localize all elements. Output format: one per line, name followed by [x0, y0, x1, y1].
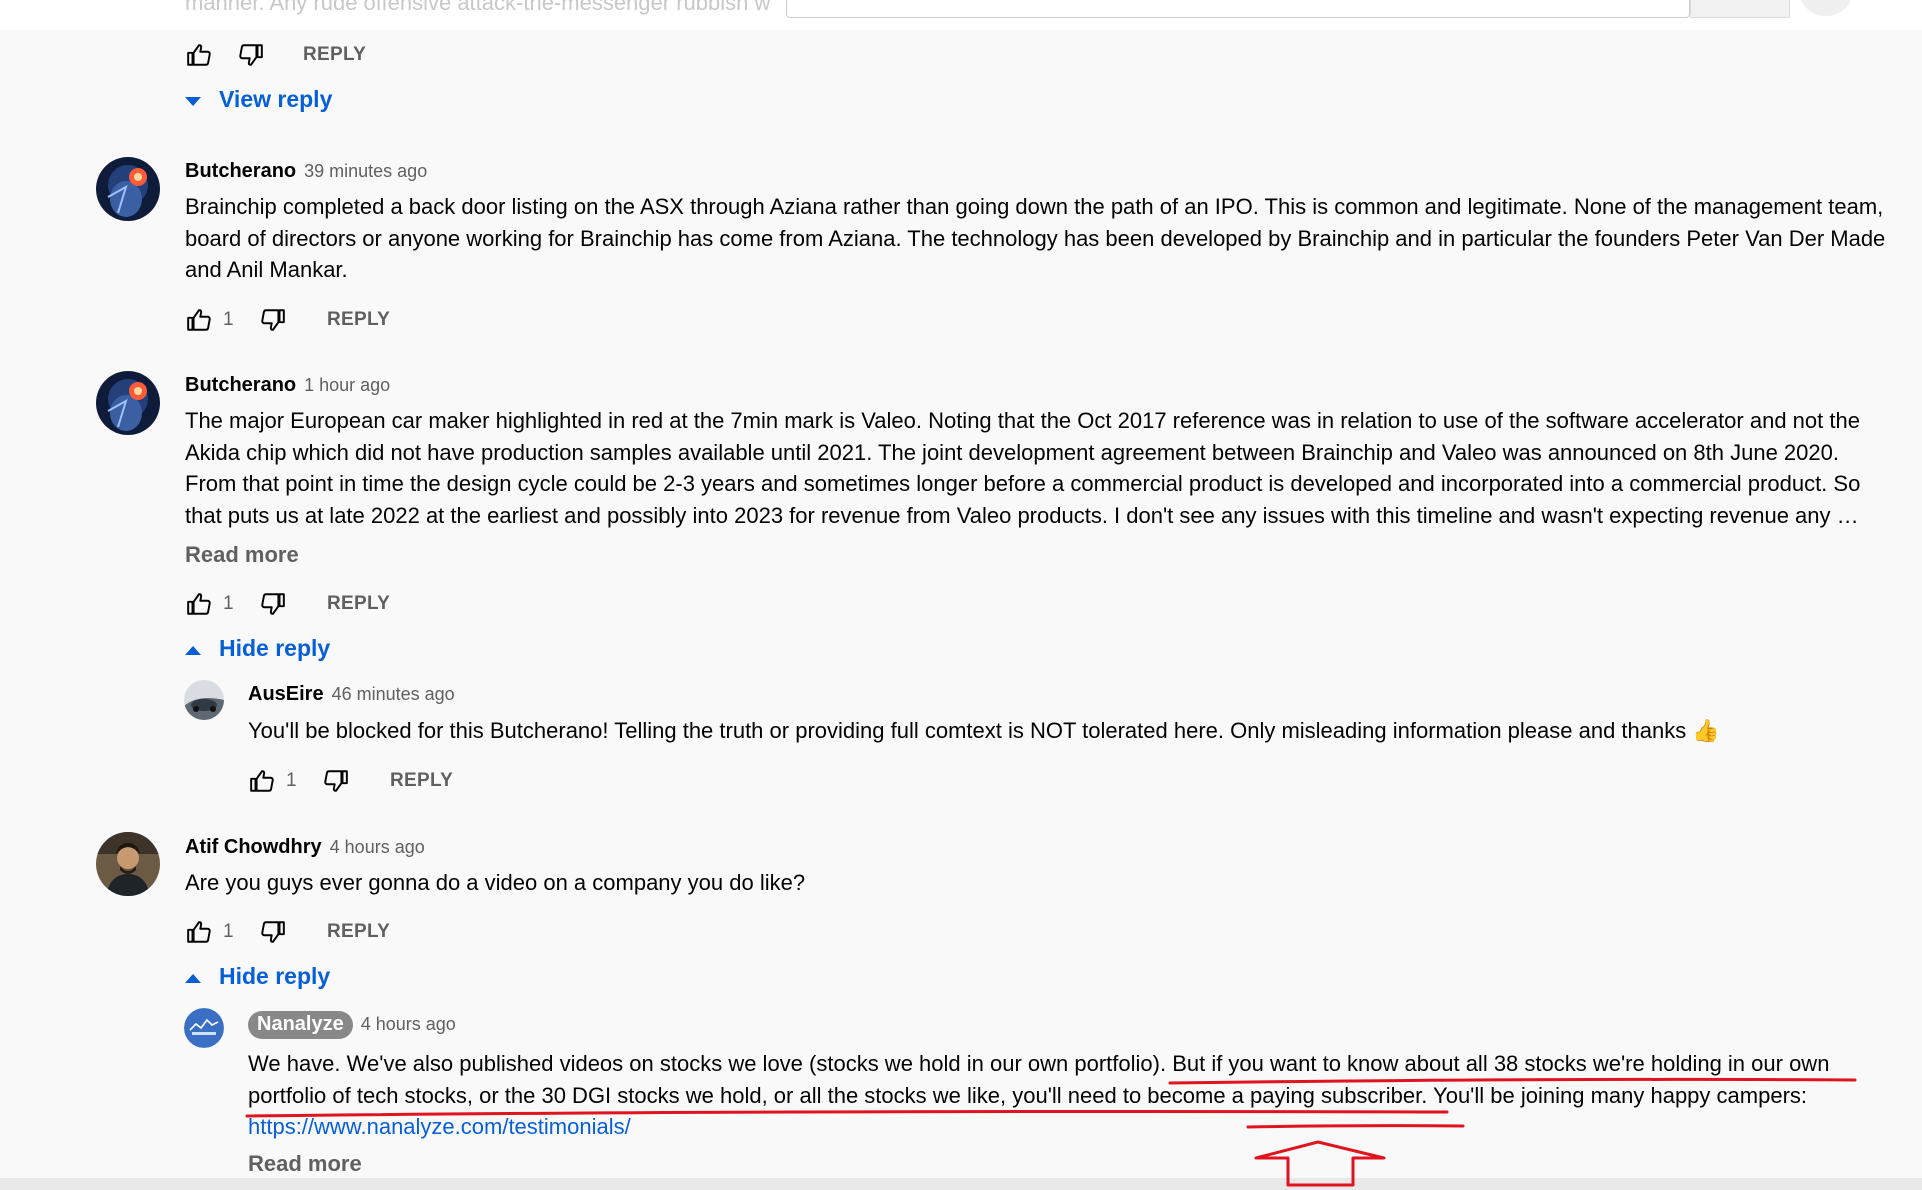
comment-timestamp[interactable]: 4 hours ago — [330, 837, 425, 858]
comment-author[interactable]: Butcherano — [185, 160, 296, 183]
read-more-link[interactable]: Read more — [185, 542, 299, 568]
comment-header: Butcherano 1 hour ago — [185, 374, 390, 397]
thumbs-up-icon[interactable] — [185, 918, 213, 946]
comment-actions: 1 REPLY — [185, 917, 390, 947]
reply-button[interactable]: REPLY — [327, 593, 390, 615]
previous-comment-text: manner. Any rude offensive attack-the-me… — [185, 0, 771, 15]
caret-up-icon — [183, 967, 203, 987]
reply-text-segment: But if you want to know about all 38 sto… — [1172, 1051, 1830, 1076]
reply-actions: 1 REPLY — [248, 766, 453, 796]
avatar[interactable] — [96, 371, 160, 435]
thumbs-up-icon[interactable] — [185, 306, 213, 334]
thumbs-down-icon[interactable] — [322, 767, 350, 795]
reply-text: You'll be blocked for this Butcherano! T… — [248, 715, 1720, 747]
reply-text-line: portfolio of tech stocks, or the 30 DGI … — [248, 1080, 1829, 1112]
reply-input-box[interactable] — [786, 0, 1690, 18]
like-count: 1 — [286, 770, 297, 791]
comment-text: The major European car maker highlighted… — [185, 405, 1860, 531]
comment-actions: 1 REPLY — [185, 589, 390, 619]
reply-button[interactable]: REPLY — [327, 309, 390, 331]
thumbs-up-icon[interactable] — [248, 767, 276, 795]
comment-text-line: From that point in time the design cycle… — [185, 471, 1861, 496]
comment-text-line: and Anil Mankar. — [185, 257, 348, 282]
hide-reply-label: Hide reply — [219, 635, 331, 661]
reply-text-line: We have. We've also published videos on … — [248, 1048, 1829, 1080]
avatar[interactable] — [96, 832, 160, 896]
thumbs-down-icon[interactable] — [237, 41, 265, 69]
reply-text-segment: We have. We've also published videos on … — [248, 1051, 1173, 1076]
thumbs-down-icon[interactable] — [259, 918, 287, 946]
reply-timestamp[interactable]: 4 hours ago — [361, 1014, 456, 1035]
hide-reply-toggle[interactable]: Hide reply — [183, 963, 330, 990]
comment-text: Are you guys ever gonna do a video on a … — [185, 867, 805, 899]
reply-button[interactable]: REPLY — [327, 921, 390, 943]
comment-author[interactable]: Butcherano — [185, 374, 296, 397]
testimonials-link[interactable]: https://www.nanalyze.com/testimonials/ — [248, 1111, 1829, 1143]
thumbs-down-icon[interactable] — [259, 590, 287, 618]
comment-text-line: The major European car maker highlighted… — [185, 408, 1860, 433]
read-more-link[interactable]: Read more — [248, 1151, 362, 1177]
reply-text: We have. We've also published videos on … — [248, 1048, 1829, 1143]
comment-header: Atif Chowdhry 4 hours ago — [185, 836, 425, 859]
caret-down-icon — [183, 90, 203, 110]
comment-actions: REPLY — [185, 40, 366, 70]
comment-text-line: Brainchip completed a back door listing … — [185, 194, 1884, 219]
comment-actions: 1 REPLY — [185, 305, 390, 335]
page-bottom-edge — [0, 1178, 1922, 1190]
reply-text-segment: You'll be joining many happy campers: — [1427, 1082, 1808, 1108]
comment-timestamp[interactable]: 1 hour ago — [304, 375, 390, 396]
reply-submit-button[interactable] — [1690, 0, 1790, 18]
reply-header: AusEire 46 minutes ago — [248, 683, 455, 706]
reply-text-line: You'll be blocked for this Butcherano! T… — [248, 718, 1720, 743]
comment-text-line: Akida chip which did not have production… — [185, 439, 1839, 465]
thumbs-up-icon[interactable] — [185, 590, 213, 618]
reply-button[interactable]: REPLY — [390, 770, 453, 792]
comment-header: Butcherano 39 minutes ago — [185, 160, 427, 183]
reply-timestamp[interactable]: 46 minutes ago — [332, 684, 455, 705]
comment-text-line: board of directors or anyone working for… — [185, 225, 1886, 251]
avatar[interactable] — [184, 1008, 224, 1048]
hide-reply-toggle[interactable]: Hide reply — [183, 635, 330, 662]
like-count: 1 — [223, 921, 234, 942]
caret-up-icon — [183, 639, 203, 659]
comment-timestamp[interactable]: 39 minutes ago — [304, 161, 427, 182]
view-reply-toggle[interactable]: View reply — [183, 86, 332, 113]
reply-header: Nanalyze 4 hours ago — [248, 1011, 456, 1039]
avatar[interactable] — [184, 680, 224, 720]
comment-text: Brainchip completed a back door listing … — [185, 191, 1885, 286]
channel-owner-badge[interactable]: Nanalyze — [248, 1011, 353, 1039]
view-reply-label: View reply — [219, 86, 333, 112]
comment-text-line: that puts us at late 2022 at the earlies… — [185, 502, 1859, 528]
avatar — [1800, 0, 1852, 16]
comment-author[interactable]: Atif Chowdhry — [185, 836, 322, 859]
previous-comment-input-strip: manner. Any rude offensive attack-the-me… — [0, 0, 1922, 30]
thumbs-down-icon[interactable] — [259, 306, 287, 334]
like-count: 1 — [223, 593, 234, 614]
hide-reply-label: Hide reply — [219, 963, 331, 989]
reply-text-segment: portfolio of tech stocks, or the 30 DGI … — [248, 1082, 1428, 1108]
avatar[interactable] — [96, 157, 160, 221]
like-count: 1 — [223, 309, 234, 330]
comment-text-line: Are you guys ever gonna do a video on a … — [185, 870, 806, 895]
thumbs-up-icon[interactable] — [185, 41, 213, 69]
reply-button[interactable]: REPLY — [303, 44, 366, 66]
reply-author[interactable]: AusEire — [248, 683, 324, 706]
